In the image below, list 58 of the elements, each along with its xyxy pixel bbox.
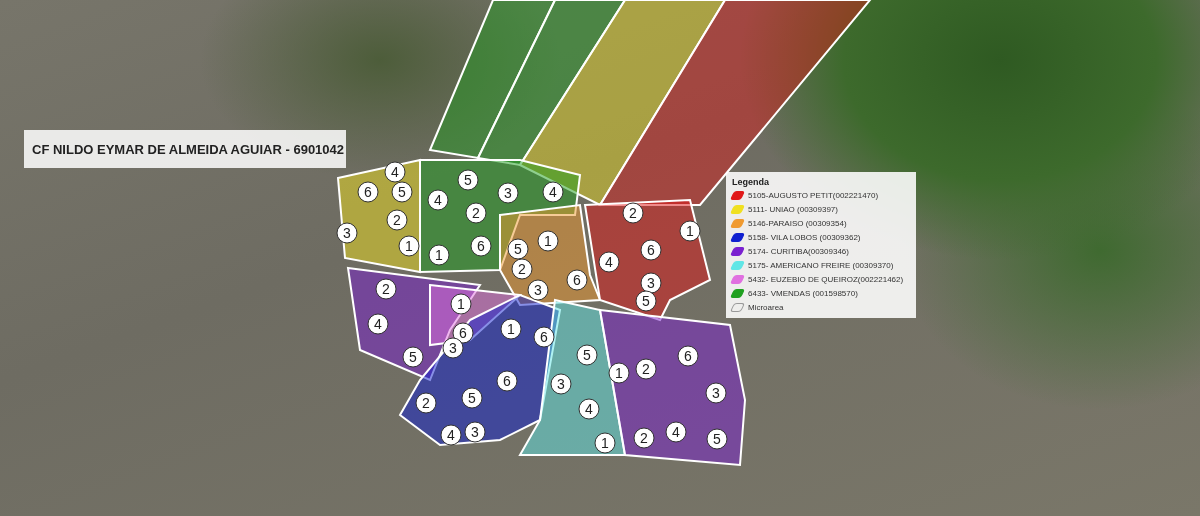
map-title-label: CF NILDO EYMAR DE ALMEIDA AGUIAR - 6901042 [24, 130, 346, 168]
legend-label: 5158- VILA LOBOS (00309362) [748, 232, 861, 242]
microarea-marker: 4 [578, 398, 600, 420]
microarea-marker: 3 [705, 382, 727, 404]
microarea-marker: 6 [566, 269, 588, 291]
microarea-marker: 4 [665, 421, 687, 443]
microarea-marker: 6 [357, 181, 379, 203]
microarea-marker: 2 [375, 278, 397, 300]
microarea-marker: 5 [507, 238, 529, 260]
microarea-marker: 5 [457, 169, 479, 191]
microarea-marker: 2 [633, 427, 655, 449]
microarea-marker: 5 [635, 290, 657, 312]
legend-label: 5175- AMERICANO FREIRE (00309370) [748, 260, 894, 270]
microarea-marker: 2 [386, 209, 408, 231]
microarea-marker: 2 [622, 202, 644, 224]
legend-label: 5432- EUZEBIO DE QUEIROZ(002221462) [748, 274, 904, 284]
microarea-marker: 1 [537, 230, 559, 252]
microarea-marker: 3 [464, 421, 486, 443]
microarea-marker: 6 [677, 345, 699, 367]
microarea-marker: 6 [496, 370, 518, 392]
microarea-marker: 1 [428, 244, 450, 266]
microarea-marker: 2 [635, 358, 657, 380]
microarea-marker: 3 [336, 222, 358, 244]
legend-label: 5174- CURITIBA(00309346) [748, 246, 849, 256]
legend-title: Legenda [732, 177, 770, 187]
microarea-marker: 4 [440, 424, 462, 446]
microarea-marker: 1 [500, 318, 522, 340]
microarea-marker: 3 [527, 279, 549, 301]
microarea-marker: 4 [542, 181, 564, 203]
legend-label: 5111- UNIAO (00309397) [748, 204, 838, 214]
microarea-marker: 1 [450, 293, 472, 315]
microarea-marker: 1 [679, 220, 701, 242]
microarea-marker: 4 [384, 161, 406, 183]
microarea-marker: 5 [576, 344, 598, 366]
microarea-marker: 1 [594, 432, 616, 454]
microarea-marker: 5 [391, 181, 413, 203]
microarea-marker: 5 [706, 428, 728, 450]
microarea-marker: 1 [398, 235, 420, 257]
legend-label: 5105-AUGUSTO PETIT(002221470) [748, 190, 879, 200]
microarea-marker: 5 [461, 387, 483, 409]
microarea-marker: 6 [533, 326, 555, 348]
legend-label: Microarea [748, 302, 784, 312]
microarea-marker: 4 [598, 251, 620, 273]
microarea-marker: 2 [415, 392, 437, 414]
microarea-marker: 4 [367, 313, 389, 335]
microarea-marker: 2 [465, 202, 487, 224]
legend-label: 6433- VMENDAS (001598570) [748, 288, 858, 298]
microarea-marker: 2 [511, 258, 533, 280]
microarea-marker: 6 [640, 239, 662, 261]
legend-label: 5146-PARAISO (00309354) [748, 218, 847, 228]
microarea-marker: 6 [470, 235, 492, 257]
microarea-marker: 1 [608, 362, 630, 384]
microarea-marker: 3 [442, 337, 464, 359]
microarea-marker: 5 [402, 346, 424, 368]
legend-outline-swatch [729, 302, 746, 312]
microarea-marker: 4 [427, 189, 449, 211]
microarea-marker: 3 [550, 373, 572, 395]
microarea-marker: 3 [497, 182, 519, 204]
